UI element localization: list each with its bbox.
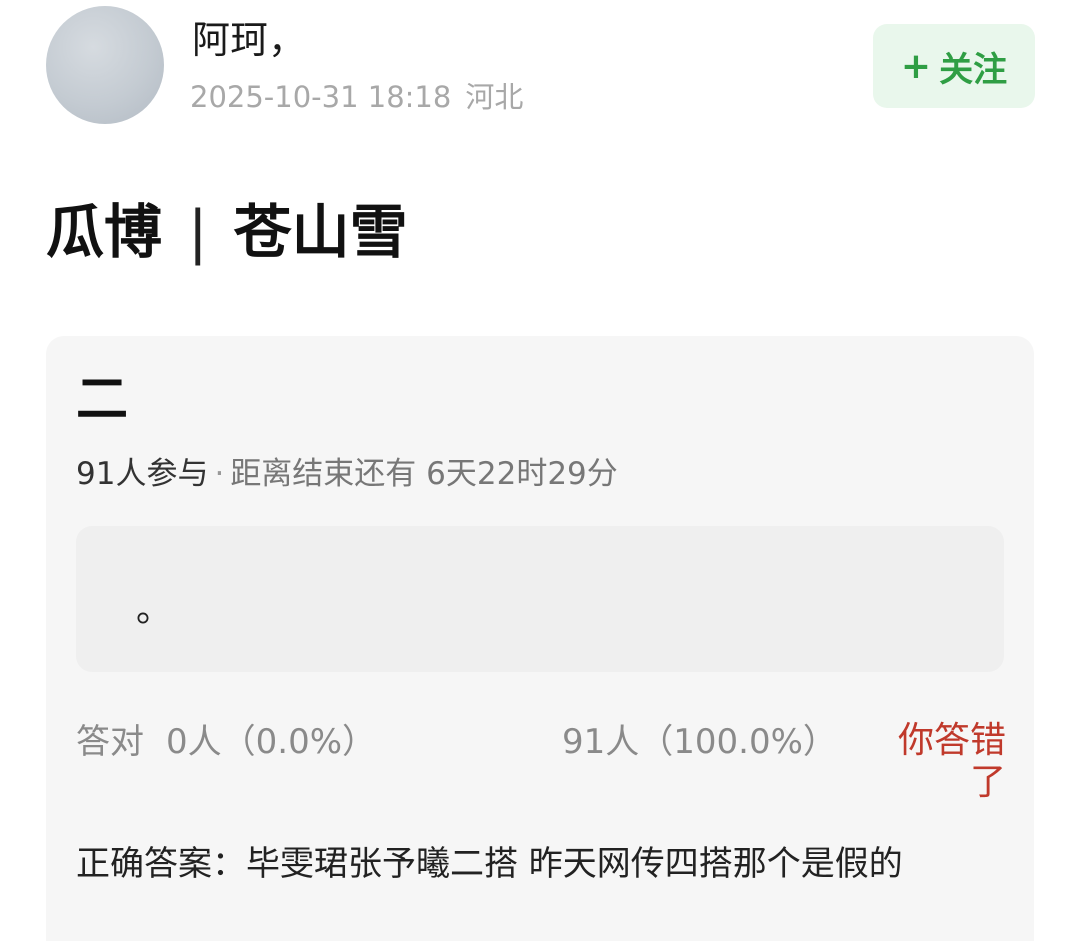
quiz-participants: 91人参与 <box>76 456 209 492</box>
quiz-correct-count: 0人（0.0%） <box>166 722 377 762</box>
username[interactable]: 阿珂， <box>192 16 306 64</box>
quiz-remaining-time: 距离结束还有 6天22时29分 <box>230 456 618 492</box>
post-meta: 2025-10-31 18:18 河北 <box>190 78 523 116</box>
quiz-wrong-notice: 你答错了 <box>897 720 1006 803</box>
post-location: 河北 <box>465 80 524 114</box>
post-page: 阿珂， 2025-10-31 18:18 河北 + 关注 瓜博 | 苍山雪 二 91人… <box>0 0 1080 941</box>
quiz-correct-result: 答对 0人（0.0%） <box>76 720 376 764</box>
quiz-option[interactable] <box>76 526 1004 672</box>
quiz-stats-separator: · <box>214 456 225 492</box>
quiz-correct-answer: 正确答案：毕雯珺张予曦二搭 昨天网传四搭那个是假的 <box>76 844 903 884</box>
post-title-right: 苍山雪 <box>233 198 408 266</box>
quiz-question: 二 <box>76 370 129 430</box>
follow-label: 关注 <box>939 49 1008 90</box>
quiz-stats: 91人参与 · 距离结束还有 6天22时29分 <box>76 454 618 494</box>
post-title: 瓜博 | 苍山雪 <box>46 196 408 268</box>
post-title-separator: | <box>188 198 208 266</box>
plus-icon: + <box>900 45 932 87</box>
quiz-correct-label: 答对 <box>76 722 144 762</box>
quiz-option-text: 。 <box>136 589 173 630</box>
quiz-other-count: 91人（100.0%） <box>562 722 837 762</box>
follow-button[interactable]: + 关注 <box>873 24 1035 108</box>
post-title-left: 瓜博 <box>46 198 163 266</box>
post-datetime: 2025-10-31 18:18 <box>190 80 452 114</box>
avatar[interactable] <box>46 6 164 124</box>
